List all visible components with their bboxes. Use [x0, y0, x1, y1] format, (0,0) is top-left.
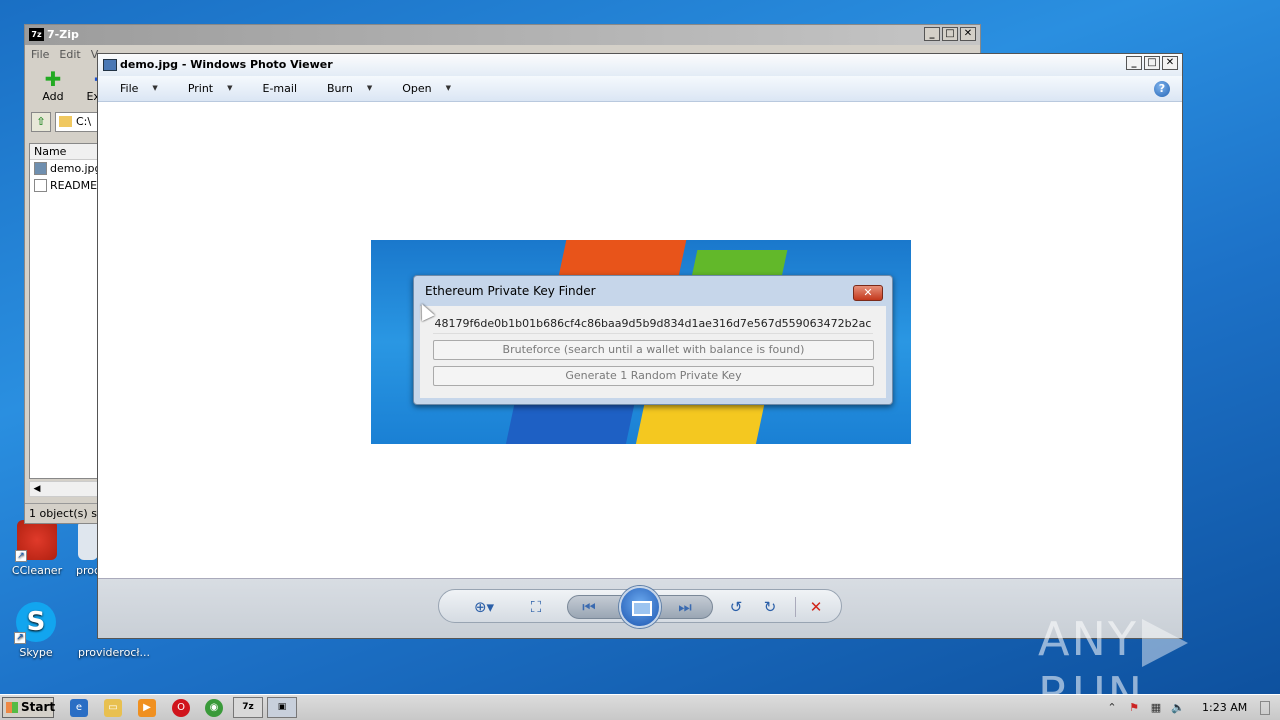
- photo-viewer-app-icon: [103, 59, 117, 71]
- plus-icon: ✚: [44, 67, 62, 91]
- taskbar-7zip[interactable]: 7z: [233, 697, 263, 718]
- menu-file[interactable]: File: [31, 45, 49, 64]
- dialog-close-icon: ✕: [853, 285, 883, 301]
- menu-label: Open: [402, 82, 432, 95]
- photo-viewer-window[interactable]: demo.jpg - Windows Photo Viewer _ □ ✕ Fi…: [97, 53, 1183, 639]
- taskbar-photo-viewer[interactable]: ▣: [267, 697, 297, 718]
- photo-viewer-titlebar[interactable]: demo.jpg - Windows Photo Viewer _ □ ✕: [98, 54, 1182, 76]
- desktop-icon-label: providerocł...: [78, 646, 150, 659]
- file-name: demo.jpg: [50, 162, 98, 175]
- help-icon[interactable]: ?: [1154, 81, 1170, 97]
- network-icon[interactable]: ▦: [1148, 700, 1164, 716]
- rotate-counterclockwise-icon[interactable]: ↺: [725, 597, 747, 617]
- dialog-body: 48179f6de0b1b01b686cf4c86baa9d5b9d834d1a…: [420, 306, 886, 398]
- minimize-button[interactable]: _: [1126, 56, 1142, 70]
- dropdown-arrow-icon: ▼: [445, 84, 452, 92]
- photo-viewer-window-controls: _ □ ✕: [1126, 56, 1178, 70]
- ie-icon[interactable]: e: [70, 699, 88, 717]
- add-button[interactable]: ✚ Add: [33, 64, 73, 110]
- watermark-text-left: ANY: [1038, 612, 1138, 666]
- displayed-image: Ethereum Private Key Finder ✕ 48179f6de0…: [371, 240, 911, 444]
- close-button[interactable]: ✕: [960, 27, 976, 41]
- menu-email[interactable]: E-mail: [255, 82, 306, 95]
- image-file-icon: [34, 162, 47, 175]
- dropdown-arrow-icon: ▼: [152, 84, 158, 92]
- menu-label: E-mail: [262, 82, 298, 95]
- show-desktop-button[interactable]: [1260, 700, 1270, 715]
- media-player-icon[interactable]: ▶: [138, 699, 156, 717]
- add-label: Add: [42, 90, 64, 103]
- dropdown-arrow-icon: ▼: [227, 84, 233, 92]
- private-key-field: 48179f6de0b1b01b686cf4c86baa9d5b9d834d1a…: [433, 314, 873, 334]
- minimize-button[interactable]: _: [924, 27, 940, 41]
- sevenzip-title: 7-Zip: [47, 28, 79, 41]
- menu-label: File: [120, 82, 139, 95]
- menu-print[interactable]: Print ▼: [180, 82, 241, 95]
- list-item[interactable]: demo.jpg: [30, 160, 98, 177]
- volume-icon[interactable]: 🔈: [1170, 700, 1186, 716]
- menu-edit[interactable]: Edit: [59, 45, 80, 64]
- slideshow-button[interactable]: [619, 586, 661, 628]
- shortcut-arrow-icon: ↗: [14, 632, 26, 644]
- menu-label: Burn: [327, 82, 353, 95]
- photo-canvas: Ethereum Private Key Finder ✕ 48179f6de0…: [98, 102, 1182, 580]
- photo-viewer-controls: ⊕▾ ⛶ ⏮ ⏭ ↺ ↻ ✕: [98, 578, 1182, 638]
- file-name: README.t: [50, 179, 98, 192]
- shortcut-arrow-icon: ↗: [15, 550, 27, 562]
- skype-icon: S ↗: [14, 602, 56, 644]
- previous-icon[interactable]: ⏮: [578, 597, 600, 617]
- horizontal-scrollbar[interactable]: ◀: [29, 481, 99, 497]
- delete-icon[interactable]: ✕: [805, 597, 827, 617]
- photo-viewer-title: demo.jpg - Windows Photo Viewer: [120, 58, 333, 71]
- playback-toolbar: ⊕▾ ⛶ ⏮ ⏭ ↺ ↻ ✕: [438, 586, 842, 628]
- opera-icon[interactable]: O: [172, 699, 190, 717]
- scroll-left-icon[interactable]: ◀: [30, 482, 44, 496]
- list-item[interactable]: README.t: [30, 177, 98, 194]
- start-button[interactable]: Start: [2, 697, 55, 718]
- sevenzip-window-controls: _ □ ✕: [924, 27, 976, 41]
- toolbar-divider: [795, 597, 796, 617]
- dropdown-arrow-icon: ▼: [366, 84, 373, 92]
- menu-label: Print: [187, 82, 214, 95]
- explorer-icon[interactable]: ▭: [104, 699, 122, 717]
- clock[interactable]: 1:23 AM: [1202, 701, 1254, 714]
- menu-file[interactable]: File ▼: [112, 82, 166, 95]
- key-finder-dialog: Ethereum Private Key Finder ✕ 48179f6de0…: [413, 275, 893, 405]
- sevenzip-file-list: Name demo.jpg README.t: [29, 143, 99, 479]
- sevenzip-titlebar[interactable]: 7z 7-Zip _ □ ✕: [25, 25, 980, 45]
- dialog-title: Ethereum Private Key Finder: [425, 284, 596, 298]
- column-header-name[interactable]: Name: [30, 144, 98, 160]
- text-file-icon: [34, 179, 47, 192]
- generate-key-button: Generate 1 Random Private Key: [433, 366, 874, 386]
- folder-up-button[interactable]: ⇧: [31, 112, 51, 132]
- ccleaner-icon: ↗: [15, 520, 57, 562]
- photo-viewer-menubar: File ▼ Print ▼ E-mail Burn ▼ Open ▼ ?: [98, 76, 1182, 102]
- close-button[interactable]: ✕: [1162, 56, 1178, 70]
- maximize-button[interactable]: □: [1144, 56, 1160, 70]
- next-icon[interactable]: ⏭: [674, 597, 696, 617]
- chrome-icon[interactable]: ◉: [205, 699, 223, 717]
- desktop-icon-label: Skype: [19, 646, 53, 659]
- maximize-button[interactable]: □: [942, 27, 958, 41]
- show-hidden-icons-icon[interactable]: ⌃: [1104, 700, 1120, 716]
- desktop-icon-label: proc: [76, 564, 98, 577]
- sevenzip-logo-icon: 7z: [29, 28, 44, 41]
- desktop-icon-skype[interactable]: S ↗ Skype: [1, 602, 71, 659]
- actual-size-icon[interactable]: ⛶: [525, 597, 547, 617]
- action-center-icon[interactable]: ⚑: [1126, 700, 1142, 716]
- desktop-icon-proc[interactable]: proc: [58, 520, 98, 577]
- play-triangle-icon: [1141, 618, 1188, 667]
- taskbar: Start e ▭ ▶ O ◉ 7z ▣ ⌃ ⚑ ▦ 🔈 1:23 AM: [0, 694, 1280, 720]
- file-icon: [78, 520, 98, 560]
- bruteforce-button: Bruteforce (search until a wallet with b…: [433, 340, 874, 360]
- menu-open[interactable]: Open ▼: [394, 82, 459, 95]
- menu-burn[interactable]: Burn ▼: [319, 82, 380, 95]
- system-tray: ⌃ ⚑ ▦ 🔈 1:23 AM: [1104, 697, 1278, 718]
- zoom-icon[interactable]: ⊕▾: [467, 597, 501, 617]
- rotate-clockwise-icon[interactable]: ↻: [759, 597, 781, 617]
